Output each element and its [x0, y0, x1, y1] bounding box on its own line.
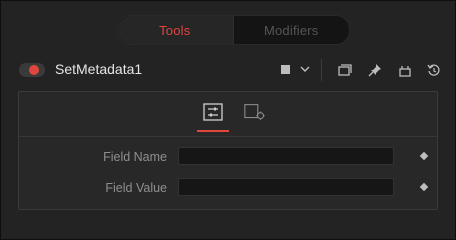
color-swatch-icon[interactable]	[281, 65, 290, 74]
node-enable-toggle[interactable]	[19, 63, 45, 77]
field-name-input[interactable]	[178, 147, 394, 165]
pin-icon[interactable]	[367, 63, 383, 77]
keyframe-diamond-icon[interactable]	[419, 151, 429, 161]
tab-tools[interactable]: Tools	[117, 16, 234, 44]
chevron-down-icon[interactable]	[300, 65, 310, 73]
active-subtab-indicator	[197, 130, 229, 132]
keyframe-diamond-icon[interactable]	[419, 182, 429, 192]
control-subtabs	[19, 92, 437, 137]
field-value-label: Field Value	[105, 181, 167, 195]
tool-controls-panel: Field Name Field Value	[18, 91, 438, 210]
settings-gear-icon[interactable]	[243, 102, 267, 122]
tab-modifiers[interactable]: Modifiers	[234, 16, 350, 44]
field-name-label: Field Name	[103, 150, 167, 164]
node-title: SetMetadata1	[55, 61, 143, 77]
header-separator	[321, 59, 322, 81]
reset-icon[interactable]	[426, 63, 442, 77]
inspector-window: Tools Modifiers SetMetadata1 Field Name …	[0, 0, 456, 240]
lock-icon[interactable]	[397, 63, 413, 77]
inspector-tabs: Tools Modifiers	[116, 15, 350, 45]
versions-icon[interactable]	[337, 63, 353, 77]
controls-sliders-icon[interactable]	[201, 102, 225, 122]
field-value-input[interactable]	[178, 178, 394, 196]
toggle-knob	[29, 65, 39, 75]
